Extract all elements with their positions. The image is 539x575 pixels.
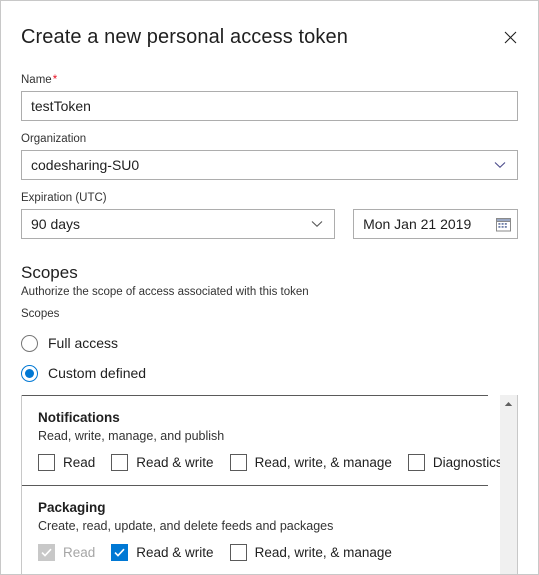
checkbox-label: Diagnostics: [432, 455, 503, 470]
name-label-text: Name: [21, 74, 52, 86]
name-input[interactable]: [21, 91, 518, 121]
checkbox-notifications-read[interactable]: Read: [38, 454, 95, 471]
organization-label: Organization: [21, 133, 87, 145]
radio-dot: [25, 368, 34, 378]
expiration-field-group: Expiration (UTC) 90 days Mon Jan 21 2019: [21, 191, 518, 239]
checkbox-packaging-read-write[interactable]: Read & write: [111, 544, 214, 561]
radio-checked-icon: [21, 364, 38, 382]
checkbox-box-icon: [407, 454, 425, 471]
form-body: Name* Organization codesharing-SU0 Expir…: [1, 59, 538, 239]
dialog-header: Create a new personal access token: [1, 1, 538, 59]
checkbox-label: Read & write: [136, 455, 214, 470]
scope-list-inner: Notifications Read, write, manage, and p…: [22, 395, 503, 574]
chevron-down-icon: [304, 220, 334, 228]
scope-group-notifications: Notifications Read, write, manage, and p…: [22, 395, 503, 486]
checkbox-box-icon: [38, 454, 55, 471]
radio-custom-defined[interactable]: Custom defined: [21, 361, 518, 385]
expiration-date-value: Mon Jan 21 2019: [363, 216, 472, 232]
radio-unchecked-icon: [21, 334, 38, 352]
close-button[interactable]: [496, 23, 524, 51]
checkbox-box-icon: [229, 544, 247, 561]
page-title: Create a new personal access token: [21, 26, 348, 48]
scope-group-packaging: Packaging Create, read, update, and dele…: [22, 486, 488, 574]
checkbox-checked-icon: [111, 544, 129, 561]
scopes-section: Scopes Authorize the scope of access ass…: [1, 250, 538, 574]
scope-list-scrollbar[interactable]: [500, 395, 517, 574]
checkbox-packaging-read: Read: [38, 544, 95, 561]
calendar-icon: [489, 217, 517, 232]
scopes-sublabel: Scopes: [21, 308, 60, 320]
checkbox-label: Read: [63, 545, 96, 560]
required-marker: *: [52, 74, 58, 86]
scopes-description: Authorize the scope of access associated…: [21, 286, 309, 298]
checkbox-notifications-read-write-manage[interactable]: Read, write, & manage: [229, 454, 392, 471]
organization-select[interactable]: codesharing-SU0: [21, 150, 518, 180]
checkbox-box-icon: [229, 454, 247, 471]
close-icon: [504, 31, 517, 44]
checkbox-row: Read Read & write Read, write, & manage: [38, 544, 488, 561]
expiration-duration-select[interactable]: 90 days: [21, 209, 336, 239]
create-pat-dialog: Create a new personal access token Name*…: [0, 0, 539, 575]
radio-full-access[interactable]: Full access: [21, 331, 518, 355]
organization-value: codesharing-SU0: [31, 157, 140, 173]
checkbox-label: Read, write, & manage: [254, 545, 392, 560]
radio-custom-defined-label: Custom defined: [48, 365, 147, 381]
radio-full-access-label: Full access: [48, 335, 119, 351]
checkbox-checked-disabled-icon: [38, 544, 55, 561]
scope-group-title: Notifications: [38, 410, 120, 425]
checkbox-label: Read: [63, 455, 96, 470]
organization-field-group: Organization codesharing-SU0: [21, 132, 518, 180]
scopes-heading: Scopes: [21, 263, 78, 282]
checkbox-box-icon: [111, 454, 129, 471]
expiration-date-field[interactable]: Mon Jan 21 2019: [353, 209, 518, 239]
checkbox-label: Read, write, & manage: [254, 455, 392, 470]
scope-group-title: Packaging: [38, 500, 106, 515]
name-label: Name*: [21, 73, 518, 88]
checkbox-label: Read & write: [136, 545, 214, 560]
checkbox-row: Read Read & write Read, write, & manage: [38, 454, 503, 471]
expiration-label: Expiration (UTC): [21, 192, 107, 204]
scope-group-subtitle: Create, read, update, and delete feeds a…: [38, 519, 334, 533]
expiration-duration-value: 90 days: [31, 216, 81, 232]
scroll-up-arrow-icon[interactable]: [500, 395, 517, 412]
name-field-group: Name*: [21, 73, 518, 121]
scope-list: Notifications Read, write, manage, and p…: [21, 395, 518, 574]
checkbox-notifications-diagnostics[interactable]: Diagnostics: [407, 454, 503, 471]
checkbox-packaging-read-write-manage[interactable]: Read, write, & manage: [229, 544, 392, 561]
checkbox-notifications-read-write[interactable]: Read & write: [111, 454, 214, 471]
scope-group-subtitle: Read, write, manage, and publish: [38, 429, 225, 443]
chevron-down-icon: [487, 161, 517, 169]
